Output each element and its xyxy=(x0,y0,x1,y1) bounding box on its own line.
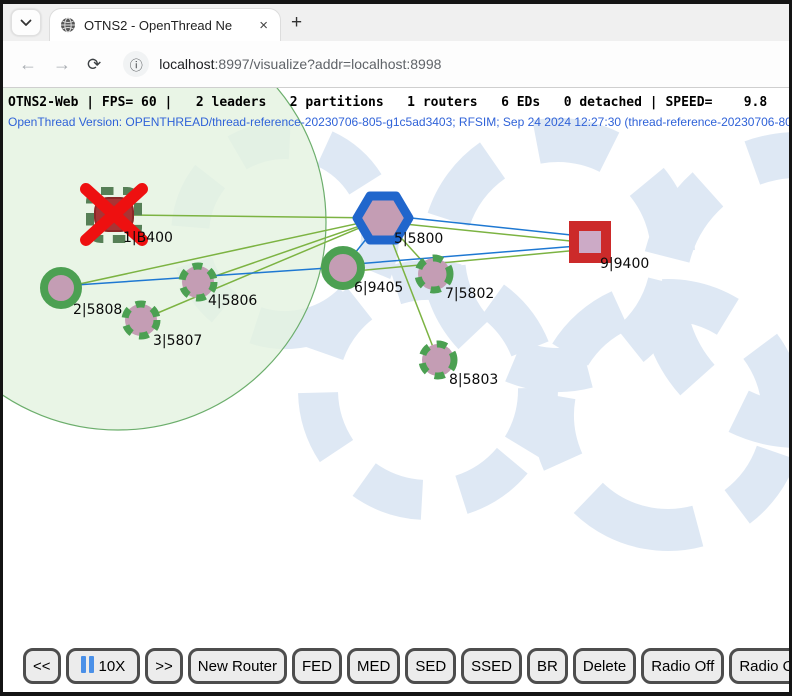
node-2-5808[interactable] xyxy=(44,271,78,305)
tab-title: OTNS2 - OpenThread Ne xyxy=(84,18,249,33)
br-button[interactable]: BR xyxy=(527,648,568,684)
node-1-radio-range xyxy=(3,88,326,430)
openthread-version-text: OpenThread Version: OPENTHREAD/thread-re… xyxy=(8,115,789,129)
pause-speed-button[interactable]: 10X xyxy=(66,648,141,684)
tab-strip: OTNS2 - OpenThread Ne × + xyxy=(3,4,789,41)
med-button[interactable]: MED xyxy=(347,648,400,684)
br-label: BR xyxy=(537,658,558,675)
site-info-icon[interactable]: ⓘ xyxy=(123,51,149,77)
screenshot-root: OTNS2 - OpenThread Ne × + ← → ⟳ ⓘ localh… xyxy=(0,0,792,696)
speed-label: 10X xyxy=(99,658,126,675)
control-toolbar: << 10X >> New Router FED MED SED SSED BR… xyxy=(23,648,789,684)
browser-tab[interactable]: OTNS2 - OpenThread Ne × xyxy=(49,8,281,41)
node-label: 4|5806 xyxy=(208,293,257,309)
address-bar: ← → ⟳ ⓘ localhost:8997/visualize?addr=lo… xyxy=(3,41,789,88)
node-label: 5|5800 xyxy=(394,231,443,247)
node-label: 1|B400 xyxy=(123,230,173,246)
speed-up-label: >> xyxy=(155,658,173,675)
pause-icon xyxy=(81,656,94,677)
status-bar: OTNS2-Web | FPS= 60 | 2 leaders 2 partit… xyxy=(8,95,767,110)
forward-button[interactable]: → xyxy=(53,55,71,73)
speed-down-label: << xyxy=(33,658,51,675)
ssed-label: SSED xyxy=(471,658,512,675)
fed-label: FED xyxy=(302,658,332,675)
sed-button[interactable]: SED xyxy=(405,648,456,684)
node-label: 8|5803 xyxy=(449,372,498,388)
radio-off-button[interactable]: Radio Off xyxy=(641,648,724,684)
node-9-9400[interactable] xyxy=(574,226,606,258)
fed-button[interactable]: FED xyxy=(292,648,342,684)
close-tab-icon[interactable]: × xyxy=(257,18,270,33)
radio-off-label: Radio Off xyxy=(651,658,714,675)
reload-button[interactable]: ⟳ xyxy=(87,56,101,73)
tab-search-dropdown-button[interactable] xyxy=(11,9,41,36)
node-label: 7|5802 xyxy=(445,286,494,302)
new-tab-button[interactable]: + xyxy=(291,12,302,34)
node-label: 3|5807 xyxy=(153,333,202,349)
radio-on-button[interactable]: Radio On xyxy=(729,648,789,684)
back-button[interactable]: ← xyxy=(19,55,37,73)
delete-button[interactable]: Delete xyxy=(573,648,636,684)
globe-favicon-icon xyxy=(60,17,76,33)
url-text: localhost:8997/visualize?addr=localhost:… xyxy=(159,56,441,72)
node-3-5807[interactable] xyxy=(125,304,157,336)
new-router-button[interactable]: New Router xyxy=(188,648,287,684)
med-label: MED xyxy=(357,658,390,675)
network-graph: 1|B400 2|5808 3|5807 4|5806 5|5800 6|940… xyxy=(3,88,789,691)
new-router-label: New Router xyxy=(198,658,277,675)
speed-down-button[interactable]: << xyxy=(23,648,61,684)
speed-up-button[interactable]: >> xyxy=(145,648,183,684)
node-label: 9|9400 xyxy=(600,256,649,272)
browser-window: OTNS2 - OpenThread Ne × + ← → ⟳ ⓘ localh… xyxy=(3,4,789,692)
otns-canvas[interactable]: 1|B400 2|5808 3|5807 4|5806 5|5800 6|940… xyxy=(3,88,789,691)
node-label: 2|5808 xyxy=(73,302,122,318)
url-host: localhost xyxy=(159,56,214,72)
url-field[interactable]: ⓘ localhost:8997/visualize?addr=localhos… xyxy=(123,51,441,77)
chevron-down-icon xyxy=(20,19,32,27)
ssed-button[interactable]: SSED xyxy=(461,648,522,684)
node-label: 6|9405 xyxy=(354,280,403,296)
radio-on-label: Radio On xyxy=(739,658,789,675)
delete-label: Delete xyxy=(583,658,626,675)
sed-label: SED xyxy=(415,658,446,675)
url-path: :8997/visualize?addr=localhost:8998 xyxy=(215,56,442,72)
